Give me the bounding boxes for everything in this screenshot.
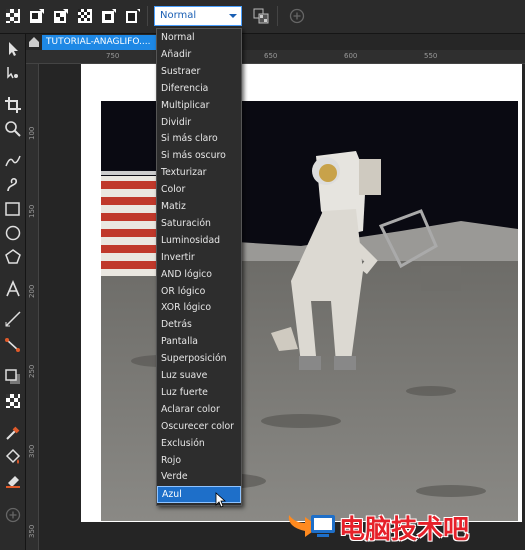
ruler-left: 100 150 200 250 300 350 [26, 64, 39, 550]
toolbar-separator [147, 6, 148, 26]
watermark: 电脑技术吧 [285, 505, 525, 545]
blend-mode-option[interactable]: Luz suave [157, 368, 241, 385]
blend-mode-option[interactable]: Color [157, 182, 241, 199]
transparency-tool-icon[interactable] [4, 392, 22, 410]
ruler-label: 650 [264, 52, 278, 60]
ruler-top: 750 650 600 550 [26, 50, 525, 64]
dimension-tool-icon[interactable] [4, 310, 22, 328]
blend-mode-option[interactable]: Matiz [157, 199, 241, 216]
layer-transparency-icon[interactable] [53, 8, 69, 24]
blend-mode-select[interactable]: Normal [154, 6, 242, 26]
connector-tool-icon[interactable] [4, 336, 22, 354]
ruler-label: 200 [28, 284, 36, 298]
ruler-label: 350 [28, 524, 36, 538]
blend-mode-dropdown[interactable]: Normal Añadir Sustraer Diferencia Multiplica… [156, 28, 242, 508]
blend-mode-option[interactable]: Azul [157, 486, 241, 504]
blend-mode-option[interactable]: Saturación [157, 216, 241, 233]
smart-fill-icon[interactable] [4, 472, 22, 490]
pick-tool-icon[interactable] [4, 40, 22, 58]
mouse-cursor-icon [215, 492, 227, 508]
blend-mode-option[interactable]: Dividir [157, 115, 241, 132]
ruler-label: 750 [106, 52, 120, 60]
blend-mode-option[interactable]: Verde [157, 469, 241, 486]
blend-mode-option[interactable]: Superposición [157, 351, 241, 368]
top-toolbar: Normal [0, 0, 525, 34]
artistic-media-icon[interactable] [4, 176, 22, 194]
ruler-label: 300 [28, 444, 36, 458]
blend-mode-option[interactable]: Luz fuerte [157, 385, 241, 402]
blend-mode-option[interactable]: Luminosidad [157, 233, 241, 250]
toolbox [0, 34, 26, 550]
fill-tool-icon[interactable] [4, 448, 22, 466]
blend-mode-option[interactable]: Sustraer [157, 64, 241, 81]
shape-tool-icon[interactable] [4, 64, 22, 82]
home-icon[interactable] [28, 36, 40, 48]
blend-mode-option[interactable]: Exclusión [157, 436, 241, 453]
eyedropper-tool-icon[interactable] [4, 424, 22, 442]
blend-mode-option[interactable]: Si más claro [157, 131, 241, 148]
blend-mode-option[interactable]: Rojo [157, 453, 241, 470]
ruler-label: 150 [28, 204, 36, 218]
blend-mode-option[interactable]: AND lógico [157, 267, 241, 284]
freehand-tool-icon[interactable] [4, 152, 22, 170]
add-tool-icon[interactable] [4, 506, 22, 524]
blend-mode-option[interactable]: Añadir [157, 47, 241, 64]
blend-mode-option[interactable]: Diferencia [157, 81, 241, 98]
layer-options-icon[interactable] [253, 8, 269, 24]
blend-mode-option[interactable]: Si más oscuro [157, 148, 241, 165]
page-corner-icon[interactable] [125, 8, 141, 24]
merge-corner-icon[interactable] [29, 8, 45, 24]
watermark-logo-icon [288, 515, 335, 537]
ellipse-tool-icon[interactable] [4, 224, 22, 242]
ruler-label: 250 [28, 364, 36, 378]
document-tab-bar: TUTORIAL-ANAGLIFO.... [26, 34, 525, 50]
ruler-label: 550 [424, 52, 438, 60]
zoom-tool-icon[interactable] [4, 120, 22, 138]
drawing-canvas[interactable] [39, 64, 525, 550]
blend-mode-option[interactable]: Invertir [157, 250, 241, 267]
blend-mode-option[interactable]: Multiplicar [157, 98, 241, 115]
blend-mode-value: Normal [160, 10, 197, 21]
apply-mask-icon[interactable] [101, 8, 117, 24]
blend-mode-option[interactable]: Pantalla [157, 334, 241, 351]
shadow-tool-icon[interactable] [4, 368, 22, 386]
checker-mask-icon[interactable] [77, 8, 93, 24]
blend-mode-option[interactable]: OR lógico [157, 284, 241, 301]
blend-mode-option[interactable]: Normal [157, 30, 241, 47]
add-circle-icon[interactable] [289, 8, 305, 24]
toolbar-separator [277, 6, 278, 26]
chevron-down-icon[interactable] [229, 14, 237, 18]
ruler-label: 100 [28, 126, 36, 140]
blend-mode-option[interactable]: Aclarar color [157, 402, 241, 419]
blend-mode-option[interactable]: Texturizar [157, 165, 241, 182]
polygon-tool-icon[interactable] [4, 248, 22, 266]
ruler-label: 600 [344, 52, 358, 60]
watermark-text: 电脑技术吧 [339, 515, 470, 545]
blend-mode-option[interactable]: XOR lógico [157, 300, 241, 317]
transparency-grid-icon[interactable] [5, 8, 21, 24]
crop-tool-icon[interactable] [4, 96, 22, 114]
blend-mode-option[interactable]: Detrás [157, 317, 241, 334]
text-tool-icon[interactable] [4, 280, 22, 298]
rectangle-tool-icon[interactable] [4, 200, 22, 218]
blend-mode-option[interactable]: Oscurecer color [157, 419, 241, 436]
